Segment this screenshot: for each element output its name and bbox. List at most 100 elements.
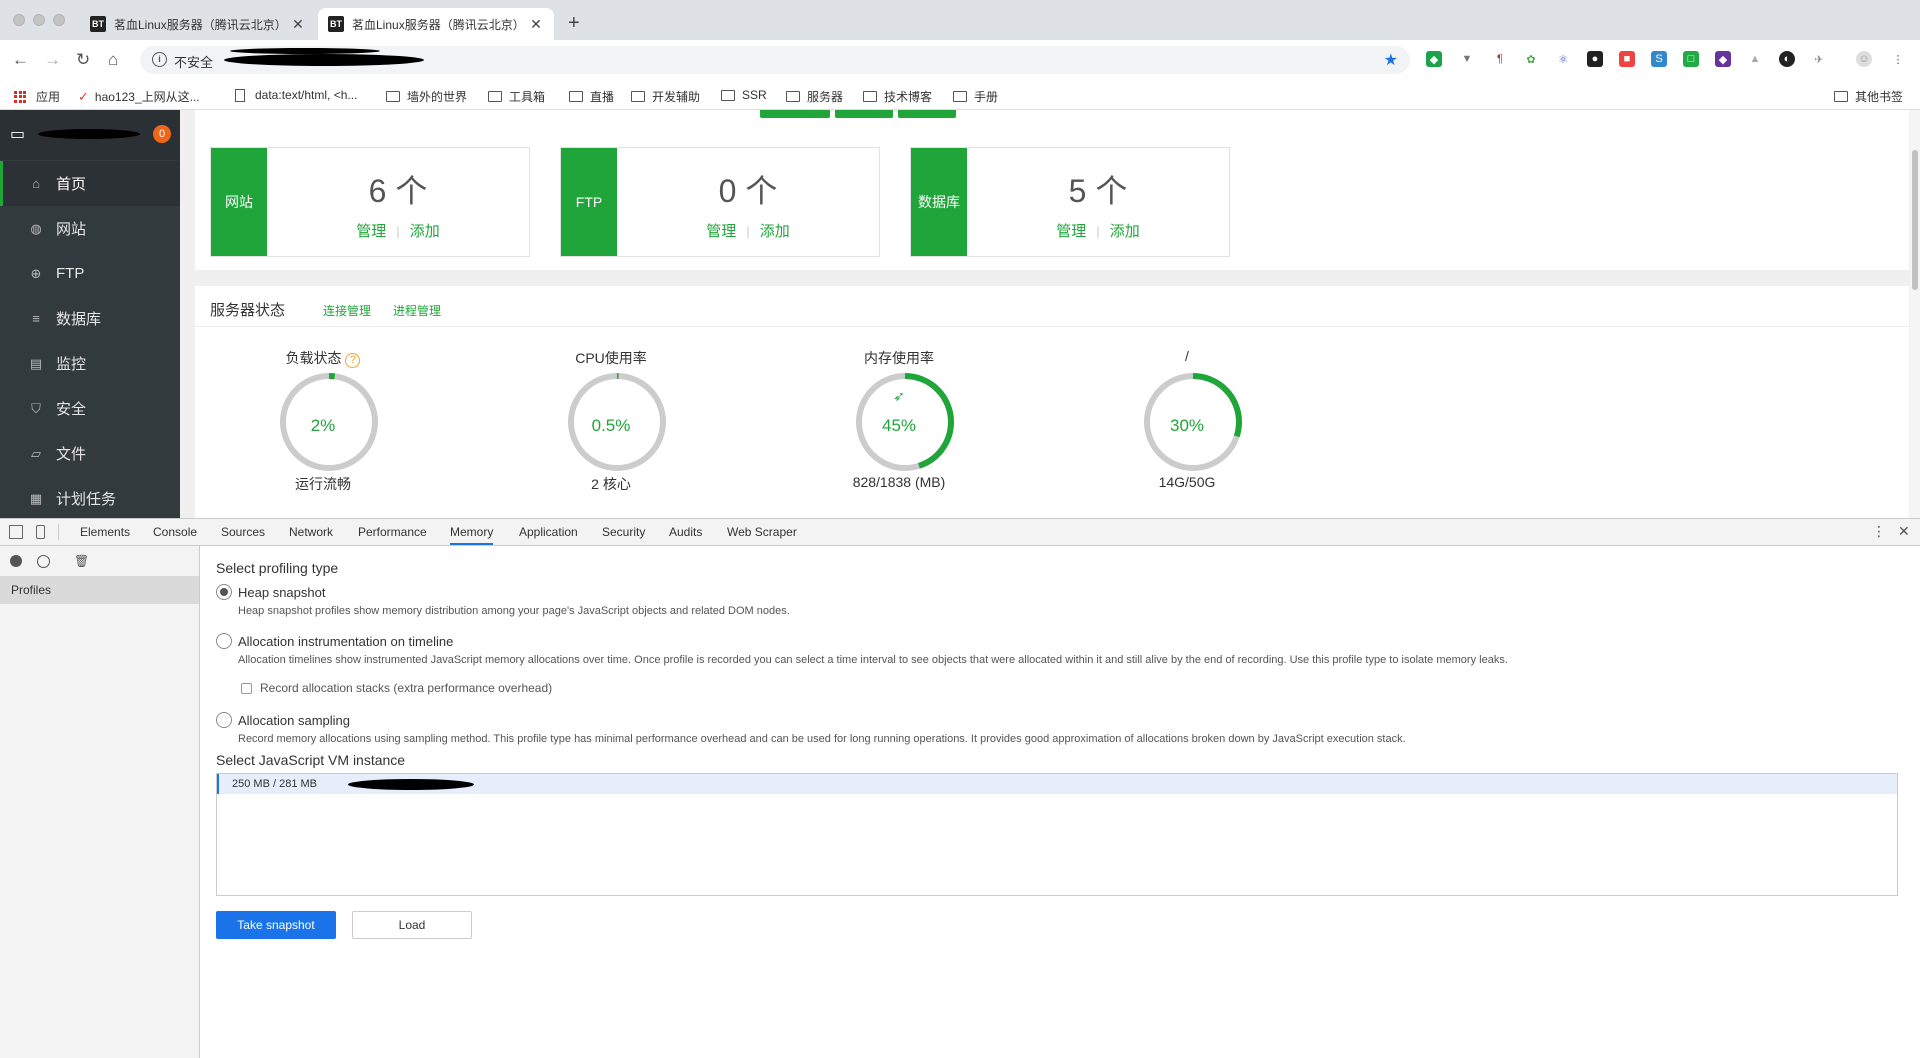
extension-dark-icon[interactable]: ● [1587,51,1603,67]
info-icon[interactable]: i [152,52,167,67]
help-icon[interactable]: ? [345,353,361,368]
profile-avatar-icon[interactable]: ☺ [1856,51,1872,67]
load-button[interactable]: Load [352,911,472,939]
devtools-tabbar: Elements Console Sources Network Performance… [0,519,1920,546]
extension-react-icon[interactable]: ⚛ [1555,51,1571,67]
bookmark-folder[interactable]: 开发辅助 [631,88,700,105]
allocation-sampling-option[interactable]: Allocation sampling [216,712,350,728]
back-icon[interactable]: ← [12,50,29,70]
window-minimize-button[interactable] [33,14,45,26]
rocket-icon[interactable]: ➶ [799,388,999,405]
reload-icon[interactable]: ↻ [76,50,90,70]
process-manage-link[interactable]: 进程管理 [393,302,441,319]
devtools-menu-icon[interactable]: ⋮ [1872,523,1886,540]
sidebar-item-database[interactable]: ≡ 数据库 [0,296,180,341]
device-toolbar-icon[interactable] [36,525,45,539]
bookmark-hao123[interactable]: ✓ hao123_上网从这... [78,88,200,105]
folder-icon [488,91,502,102]
devtools-tab-sources[interactable]: Sources [221,519,265,545]
extension-paragraph-icon[interactable]: ¶ [1492,51,1508,67]
add-link[interactable]: 添加 [760,223,790,240]
radio-button[interactable] [216,633,232,649]
bookmark-folder[interactable]: 技术博客 [863,88,932,105]
sidebar-item-ftp[interactable]: ⊕ FTP [0,251,180,296]
bookmark-folder[interactable]: 服务器 [786,88,843,105]
sidebar-item-monitor[interactable]: ▤ 监控 [0,341,180,386]
browser-tab-active[interactable]: BT 茗血Linux服务器（腾讯云北京） ✕ [318,8,554,40]
manage-link[interactable]: 管理 [706,223,736,240]
bookmark-folder[interactable]: 直播 [569,88,614,105]
monitor-icon: ▤ [29,355,43,371]
allocation-timeline-option[interactable]: Allocation instrumentation on timeline [216,633,453,649]
vm-instance-row[interactable]: 250 MB / 281 MB [217,774,1897,794]
option-description: Heap snapshot profiles show memory distr… [238,605,790,617]
bookmark-folder[interactable]: 手册 [953,88,998,105]
add-link[interactable]: 添加 [1110,223,1140,240]
page-scrollbar[interactable] [1910,110,1920,518]
trash-icon[interactable]: 🗑 [74,554,89,568]
bookmark-apps[interactable]: 应用 [14,88,60,105]
sidebar-item-website[interactable]: ◍ 网站 [0,206,180,251]
extension-sprout-icon[interactable]: ✿ [1523,51,1539,67]
manage-link[interactable]: 管理 [1056,223,1086,240]
inspect-element-icon[interactable] [9,525,23,539]
close-tab-icon[interactable]: ✕ [528,16,544,33]
sidebar-item-label: 首页 [56,176,87,193]
extension-cube-icon[interactable]: ◆ [1715,51,1731,67]
bookmark-star-icon[interactable]: ★ [1384,50,1398,70]
extension-up-icon[interactable]: ▲ [1747,51,1763,67]
bookmark-data-url[interactable]: data:text/html, <h... [235,88,357,102]
card-links: 管理 | 添加 [617,220,879,241]
extension-circle-icon[interactable]: ◐ [1779,51,1795,67]
browser-menu-icon[interactable]: ⋮ [1890,51,1906,67]
bookmark-folder[interactable]: 工具箱 [488,88,545,105]
profiles-label[interactable]: Profiles [0,576,199,604]
close-tab-icon[interactable]: ✕ [290,16,306,33]
devtools-tab-security[interactable]: Security [602,519,645,545]
sidebar-item-files[interactable]: ▱ 文件 [0,431,180,476]
new-tab-button[interactable]: + [568,12,580,35]
extension-v-icon[interactable]: ▼ [1459,51,1475,67]
notification-badge[interactable]: 0 [153,125,171,143]
take-snapshot-button[interactable]: Take snapshot [216,911,336,939]
devtools-tab-web-scraper[interactable]: Web Scraper [727,519,797,545]
devtools-tab-network[interactable]: Network [289,519,333,545]
record-stacks-checkbox-row[interactable]: Record allocation stacks (extra performa… [241,681,552,695]
heap-snapshot-option[interactable]: Heap snapshot [216,584,325,600]
extension-s-icon[interactable]: S [1651,51,1667,67]
devtools-tab-performance[interactable]: Performance [358,519,427,545]
manage-link[interactable]: 管理 [356,223,386,240]
devtools-tab-application[interactable]: Application [519,519,578,545]
add-link[interactable]: 添加 [410,223,440,240]
checkbox[interactable] [241,682,252,694]
folder-icon [569,91,583,102]
sidebar-item-home[interactable]: ⌂ 首页 [0,161,180,206]
home-icon[interactable]: ⌂ [108,50,118,70]
radio-button[interactable] [216,712,232,728]
extension-plane-icon[interactable]: ✈ [1811,51,1827,67]
clear-icon[interactable] [37,555,50,568]
record-icon[interactable] [10,555,22,567]
close-devtools-icon[interactable]: ✕ [1898,523,1910,540]
extension-shield-icon[interactable]: ◆ [1426,51,1442,67]
bookmark-folder[interactable]: SSR [721,88,767,102]
extension-color-icon[interactable]: ■ [1619,51,1635,67]
bookmark-folder[interactable]: 墙外的世界 [386,88,467,105]
window-zoom-button[interactable] [53,14,65,26]
connection-manage-link[interactable]: 连接管理 [323,302,371,319]
window-close-button[interactable] [13,14,25,26]
radio-button[interactable] [216,584,232,600]
devtools-tab-audits[interactable]: Audits [669,519,702,545]
browser-tab[interactable]: BT 茗血Linux服务器（腾讯云北京） ✕ [80,8,316,40]
sidebar-item-cron[interactable]: ▦ 计划任务 [0,476,180,518]
scrollbar-thumb[interactable] [1912,150,1918,290]
sidebar-item-security[interactable]: ⛉ 安全 [0,386,180,431]
other-bookmarks[interactable]: 其他书签 [1834,88,1903,105]
devtools-tab-elements[interactable]: Elements [80,519,130,545]
devtools-tab-memory[interactable]: Memory [450,519,494,545]
devtools-tab-console[interactable]: Console [153,519,197,545]
forward-icon[interactable]: → [44,50,61,70]
bookmarks-bar: 应用 ✓ hao123_上网从这... data:text/html, <h..… [0,80,1920,110]
address-bar[interactable]: i 不安全 ★ [140,46,1410,74]
extension-square-icon[interactable]: □ [1683,51,1699,67]
